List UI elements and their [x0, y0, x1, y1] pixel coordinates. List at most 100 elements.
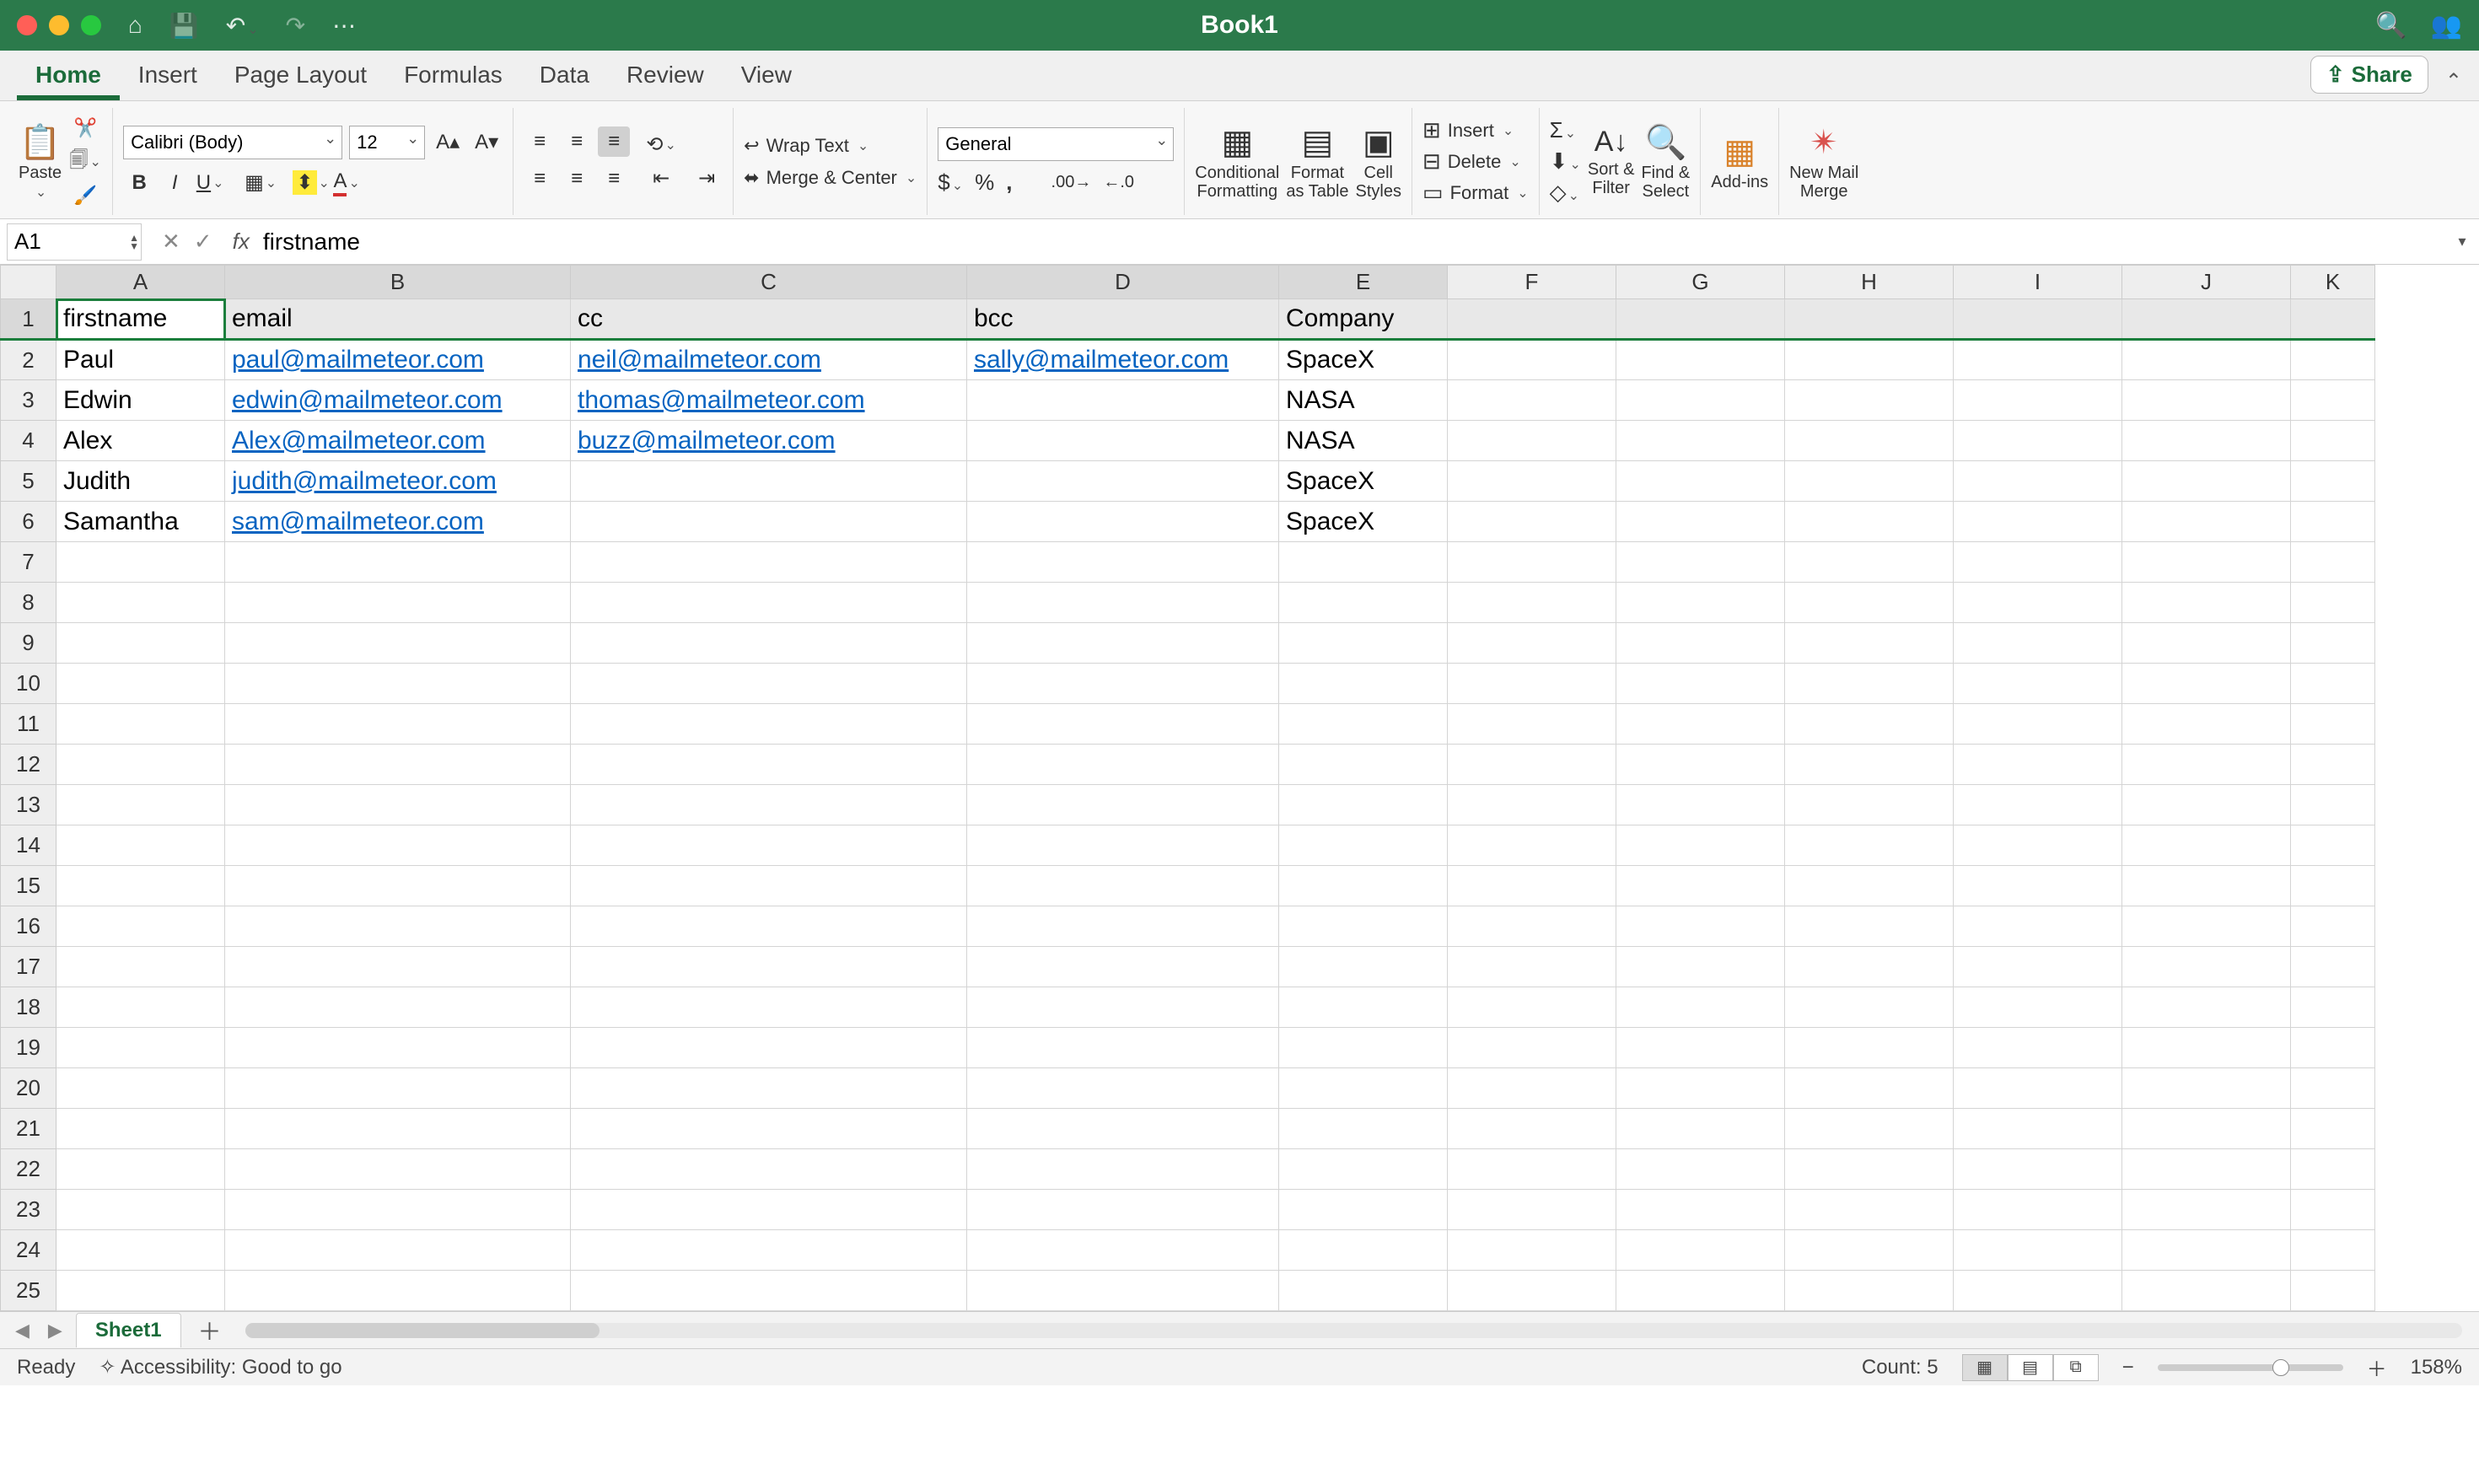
cell[interactable] [1785, 502, 1954, 542]
cell[interactable] [1448, 421, 1616, 461]
cell[interactable] [1279, 1230, 1448, 1271]
cell[interactable] [2122, 745, 2291, 785]
column-header[interactable]: G [1616, 266, 1785, 299]
column-header[interactable]: C [571, 266, 967, 299]
prev-sheet-button[interactable]: ◀ [10, 1320, 35, 1342]
page-layout-view-button[interactable]: ▤ [2008, 1354, 2053, 1381]
cell[interactable] [225, 1271, 571, 1311]
cell[interactable] [571, 1149, 967, 1190]
cell[interactable] [1448, 745, 1616, 785]
addins-button[interactable]: ▦ Add-ins [1711, 132, 1768, 191]
cell[interactable] [1616, 542, 1785, 583]
cell[interactable] [2291, 1109, 2375, 1149]
cell[interactable] [56, 664, 225, 704]
cell[interactable] [1785, 1149, 1954, 1190]
cell[interactable] [1448, 461, 1616, 502]
cell[interactable] [2122, 1068, 2291, 1109]
cell[interactable]: SpaceX [1279, 340, 1448, 380]
cell[interactable] [1785, 461, 1954, 502]
cell[interactable] [2291, 825, 2375, 866]
cell[interactable] [2291, 583, 2375, 623]
row-header[interactable]: 12 [1, 745, 56, 785]
format-cells-button[interactable]: ▭Format⌄ [1422, 180, 1529, 206]
cell[interactable]: neil@mailmeteor.com [571, 340, 967, 380]
cell[interactable] [1279, 785, 1448, 825]
more-icon[interactable]: ⋯ [332, 12, 356, 40]
cell[interactable] [56, 1271, 225, 1311]
cell[interactable] [2291, 542, 2375, 583]
format-painter-button[interactable]: 🖌️ [68, 182, 102, 209]
redo-icon[interactable]: ↷ [286, 12, 305, 40]
column-header[interactable]: F [1448, 266, 1616, 299]
accounting-format-button[interactable]: $⌄ [938, 169, 963, 196]
cell[interactable] [1616, 987, 1785, 1028]
cell[interactable] [1954, 1271, 2122, 1311]
cell[interactable] [1279, 987, 1448, 1028]
cell[interactable] [225, 1230, 571, 1271]
cell[interactable] [1785, 825, 1954, 866]
cell[interactable] [1954, 340, 2122, 380]
row-header[interactable]: 9 [1, 623, 56, 664]
cell[interactable] [1785, 785, 1954, 825]
zoom-in-button[interactable]: ＋ [2367, 1352, 2387, 1382]
cell[interactable] [1279, 1068, 1448, 1109]
cell[interactable] [967, 906, 1279, 947]
autosum-button[interactable]: Σ⌄ [1550, 117, 1581, 143]
cell[interactable] [2291, 664, 2375, 704]
row-header[interactable]: 11 [1, 704, 56, 745]
row-header[interactable]: 4 [1, 421, 56, 461]
cell[interactable] [1785, 1068, 1954, 1109]
cell[interactable] [1279, 1028, 1448, 1068]
cell[interactable] [2122, 664, 2291, 704]
cell[interactable] [1954, 947, 2122, 987]
fx-icon[interactable]: fx [233, 229, 250, 255]
cell[interactable] [1448, 1068, 1616, 1109]
cell[interactable] [2291, 421, 2375, 461]
cell[interactable] [571, 1109, 967, 1149]
cell[interactable] [1279, 866, 1448, 906]
cell[interactable] [1954, 461, 2122, 502]
cell[interactable]: thomas@mailmeteor.com [571, 380, 967, 421]
cell[interactable]: Alex@mailmeteor.com [225, 421, 571, 461]
cell[interactable] [1954, 1068, 2122, 1109]
cell[interactable] [1616, 340, 1785, 380]
cell[interactable] [56, 1068, 225, 1109]
cell[interactable] [571, 866, 967, 906]
row-header[interactable]: 20 [1, 1068, 56, 1109]
number-format-select[interactable]: General [938, 127, 1174, 161]
cell[interactable] [1785, 623, 1954, 664]
cell[interactable] [225, 542, 571, 583]
cell[interactable] [967, 785, 1279, 825]
clear-button[interactable]: ◇⌄ [1550, 180, 1581, 206]
cell[interactable] [56, 1028, 225, 1068]
cell[interactable] [2291, 704, 2375, 745]
cell[interactable] [1616, 583, 1785, 623]
paste-button[interactable]: 📋 Paste ⌄ [19, 122, 62, 201]
cancel-formula-button[interactable]: ✕ [162, 229, 180, 255]
cell[interactable] [1279, 1271, 1448, 1311]
cell[interactable] [1954, 421, 2122, 461]
next-sheet-button[interactable]: ▶ [43, 1320, 67, 1342]
cell[interactable] [2122, 461, 2291, 502]
row-header[interactable]: 15 [1, 866, 56, 906]
cell[interactable] [1954, 1230, 2122, 1271]
cell[interactable] [1954, 542, 2122, 583]
cell[interactable] [1785, 664, 1954, 704]
cell[interactable]: SpaceX [1279, 461, 1448, 502]
cell[interactable] [2291, 947, 2375, 987]
row-header[interactable]: 6 [1, 502, 56, 542]
cell[interactable] [1616, 866, 1785, 906]
cell[interactable] [1448, 1028, 1616, 1068]
cell[interactable] [2122, 1109, 2291, 1149]
cell[interactable] [1279, 947, 1448, 987]
status-accessibility[interactable]: ✧ Accessibility: Good to go [99, 1355, 341, 1379]
cell[interactable] [56, 623, 225, 664]
tab-formulas[interactable]: Formulas [385, 53, 521, 100]
cell[interactable] [1785, 583, 1954, 623]
cell[interactable] [1616, 785, 1785, 825]
cell[interactable] [1448, 866, 1616, 906]
zoom-out-button[interactable]: − [2122, 1356, 2134, 1379]
cell[interactable] [1448, 1109, 1616, 1149]
cell[interactable] [2291, 987, 2375, 1028]
row-header[interactable]: 14 [1, 825, 56, 866]
